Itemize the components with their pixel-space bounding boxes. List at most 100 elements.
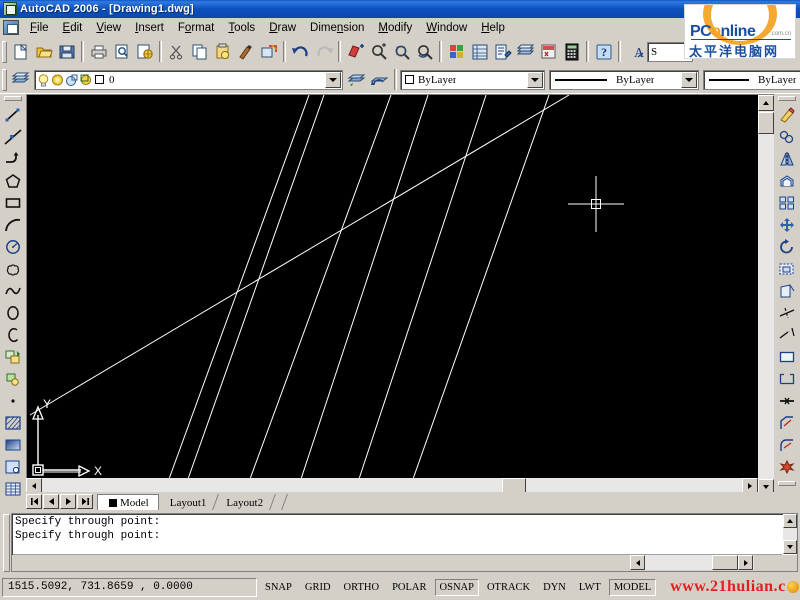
menu-dimension[interactable]: Dimension [303, 20, 371, 36]
copy-icon[interactable] [188, 41, 211, 63]
status-toggle-snap[interactable]: SNAP [260, 579, 297, 596]
layer-states-icon[interactable] [345, 69, 368, 91]
zoom-previous-icon[interactable] [413, 41, 436, 63]
plot-icon[interactable] [87, 41, 110, 63]
new-icon[interactable] [9, 41, 32, 63]
menu-help[interactable]: Help [474, 20, 512, 36]
cut-icon[interactable] [165, 41, 188, 63]
layer-combo-arrow[interactable] [325, 71, 341, 88]
menu-draw[interactable]: Draw [262, 20, 303, 36]
layer-combo[interactable]: 0 [34, 69, 343, 90]
command-horizontal-scrollbar[interactable] [12, 555, 797, 571]
xline-2[interactable] [187, 95, 325, 479]
undo-icon[interactable] [289, 41, 312, 63]
xline-6[interactable] [412, 95, 550, 479]
table-icon[interactable] [2, 478, 25, 500]
hatch-icon[interactable] [2, 412, 25, 434]
break-icon[interactable] [776, 368, 799, 390]
vscroll-track[interactable] [758, 111, 774, 479]
arc-icon[interactable] [2, 214, 25, 236]
scale-icon[interactable] [776, 258, 799, 280]
spline-icon[interactable] [2, 280, 25, 302]
xline-1[interactable] [168, 95, 310, 479]
status-toggle-dyn[interactable]: DYN [538, 579, 571, 596]
move-icon[interactable] [776, 214, 799, 236]
command-vscroll-track[interactable] [783, 528, 797, 540]
lineweight-combo[interactable]: ByLayer [703, 69, 800, 90]
explode-icon[interactable] [776, 456, 799, 478]
paste-icon[interactable] [211, 41, 234, 63]
rectangle-icon[interactable] [2, 192, 25, 214]
open-icon[interactable] [32, 41, 55, 63]
quickcalc-icon[interactable] [560, 41, 583, 63]
revision-cloud-icon[interactable] [2, 258, 25, 280]
drawing-area[interactable]: X Y [26, 94, 774, 495]
designcenter-icon[interactable] [468, 41, 491, 63]
ellipse-icon[interactable] [2, 302, 25, 324]
break-at-point-icon[interactable] [776, 346, 799, 368]
command-scroll-left-button[interactable] [630, 555, 645, 570]
zoom-realtime-icon[interactable] [367, 41, 390, 63]
command-scroll-right-button[interactable] [738, 555, 753, 570]
menu-tools[interactable]: Tools [221, 20, 262, 36]
sheet-set-manager-icon[interactable] [514, 41, 537, 63]
tool-palettes-icon[interactable] [491, 41, 514, 63]
offset-icon[interactable] [776, 170, 799, 192]
circle-icon[interactable] [2, 236, 25, 258]
layer-properties-manager-icon[interactable] [9, 69, 32, 91]
publish-icon[interactable] [133, 41, 156, 63]
first-tab-icon[interactable] [26, 493, 42, 509]
redo-icon[interactable] [312, 41, 335, 63]
plot-preview-icon[interactable] [110, 41, 133, 63]
command-window-grip[interactable] [3, 514, 10, 572]
document-system-menu-icon[interactable] [3, 20, 19, 35]
menu-insert[interactable]: Insert [128, 20, 171, 36]
array-icon[interactable] [776, 192, 799, 214]
erase-icon[interactable] [776, 104, 799, 126]
scroll-up-button[interactable] [758, 95, 774, 111]
command-hscroll-thumb[interactable] [712, 555, 738, 570]
gradient-icon[interactable] [2, 434, 25, 456]
status-toggle-lwt[interactable]: LWT [574, 579, 606, 596]
linetype-combo-arrow[interactable] [681, 71, 697, 88]
menu-file[interactable]: File [23, 20, 56, 36]
chamfer-icon[interactable] [776, 412, 799, 434]
rotate-icon[interactable] [776, 236, 799, 258]
trim-icon[interactable] [776, 302, 799, 324]
command-scroll-up-button[interactable] [783, 514, 797, 528]
modify-toolbar-grip[interactable] [778, 96, 796, 101]
status-toggle-ortho[interactable]: ORTHO [339, 579, 385, 596]
draw-toolbar-grip[interactable] [4, 96, 22, 101]
join-icon[interactable] [776, 390, 799, 412]
status-toggle-grid[interactable]: GRID [300, 579, 336, 596]
construction-line-icon[interactable] [2, 126, 25, 148]
vscroll-thumb[interactable] [758, 112, 774, 134]
color-combo[interactable]: ByLayer [400, 69, 545, 90]
copy-object-icon[interactable] [776, 126, 799, 148]
region-icon[interactable] [2, 456, 25, 478]
last-tab-icon[interactable] [77, 493, 93, 509]
status-toggle-model[interactable]: MODEL [608, 578, 657, 596]
next-tab-icon[interactable] [60, 493, 76, 509]
polyline-icon[interactable] [2, 148, 25, 170]
command-vertical-scrollbar[interactable] [783, 514, 797, 554]
point-icon[interactable] [2, 390, 25, 412]
command-window-inner[interactable]: Specify through point: Specify through p… [11, 513, 798, 572]
xline-5[interactable] [358, 95, 487, 479]
properties-icon[interactable] [445, 41, 468, 63]
insert-block-icon[interactable] [2, 346, 25, 368]
block-editor-icon[interactable] [257, 41, 280, 63]
ellipse-arc-icon[interactable] [2, 324, 25, 346]
layer-previous-icon[interactable] [368, 69, 391, 91]
color-combo-arrow[interactable] [527, 71, 543, 88]
coordinate-display[interactable]: 1515.5092, 731.8659 , 0.0000 [2, 577, 257, 597]
linetype-combo[interactable]: ByLayer [549, 69, 699, 90]
help-icon[interactable]: ? [592, 41, 615, 63]
status-toggle-otrack[interactable]: OTRACK [482, 579, 535, 596]
menu-view[interactable]: View [89, 20, 128, 36]
pan-realtime-icon[interactable] [344, 41, 367, 63]
zoom-window-icon[interactable] [390, 41, 413, 63]
model-space-viewport[interactable]: X Y [27, 95, 759, 479]
markup-set-manager-icon[interactable] [537, 41, 560, 63]
tab-model[interactable]: Model [97, 494, 159, 510]
